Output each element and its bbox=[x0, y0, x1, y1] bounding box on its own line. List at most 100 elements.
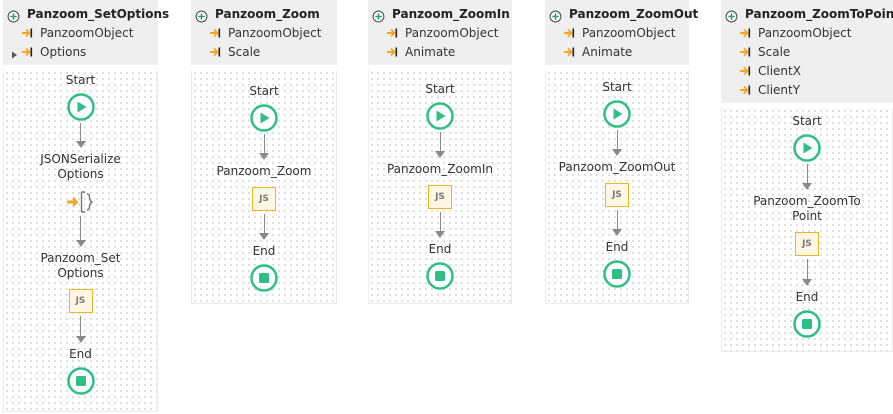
javascript-node[interactable]: JS bbox=[428, 185, 452, 209]
flow-connector bbox=[259, 134, 269, 160]
expand-triangle-icon[interactable] bbox=[11, 48, 18, 58]
flow-connector-line bbox=[806, 164, 808, 184]
step-label: Panzoom_Zoom bbox=[216, 164, 312, 178]
flow-connector-arrowhead bbox=[802, 183, 812, 190]
javascript-node[interactable]: JS bbox=[795, 232, 819, 256]
start-label: Start bbox=[792, 114, 822, 128]
js-icon: JS bbox=[435, 192, 445, 202]
input-parameter[interactable]: PanzoomObject bbox=[372, 23, 508, 42]
flow-canvas: Start JSONSerialize Options Panzoom_Set Op… bbox=[3, 70, 158, 412]
flow-canvas: Start Panzoom_ZoomIn JS End bbox=[368, 70, 512, 304]
input-parameter-label: PanzoomObject bbox=[405, 25, 499, 40]
input-parameter-label: PanzoomObject bbox=[582, 25, 676, 40]
flow-connector-line bbox=[806, 259, 808, 280]
client-action-icon bbox=[195, 8, 208, 22]
flow-connector-line bbox=[80, 316, 81, 337]
end-label: End bbox=[252, 244, 276, 258]
input-parameter[interactable]: Animate bbox=[549, 42, 685, 61]
client-action-icon bbox=[7, 8, 20, 22]
panel-title[interactable]: Panzoom_ZoomIn bbox=[392, 7, 510, 21]
end-node[interactable] bbox=[66, 367, 95, 395]
input-parameter-label: ClientY bbox=[758, 82, 801, 97]
flow-connector bbox=[435, 212, 445, 238]
client-action-icon bbox=[549, 8, 562, 22]
step-label: JSONSerialize Options bbox=[40, 152, 121, 181]
flow-connector-line bbox=[439, 132, 441, 152]
flow-connector bbox=[75, 123, 86, 148]
javascript-node[interactable]: JS bbox=[252, 187, 276, 211]
flow-connector-arrowhead bbox=[259, 233, 269, 240]
flow-connector bbox=[802, 164, 812, 190]
flow-connector bbox=[259, 214, 269, 240]
action-panel: Panzoom_ZoomToPoint PanzoomObject Scale Cli… bbox=[721, 0, 893, 352]
input-parameter[interactable]: Options bbox=[7, 42, 154, 61]
start-label: Start bbox=[65, 73, 96, 87]
input-parameter-arrow-icon bbox=[21, 46, 33, 58]
json-serialize-node[interactable] bbox=[66, 190, 96, 214]
end-node[interactable] bbox=[793, 310, 821, 338]
input-parameter[interactable]: PanzoomObject bbox=[725, 23, 889, 42]
panel-header: Panzoom_Zoom PanzoomObject Scale bbox=[191, 0, 337, 65]
input-parameter[interactable]: PanzoomObject bbox=[195, 23, 333, 42]
start-node[interactable] bbox=[793, 134, 821, 162]
panel-title-row[interactable]: Panzoom_SetOptions bbox=[7, 5, 169, 23]
start-label: Start bbox=[249, 84, 279, 98]
panel-header: Panzoom_SetOptions PanzoomObject Options bbox=[3, 0, 169, 65]
start-node[interactable] bbox=[66, 93, 95, 121]
end-label: End bbox=[428, 242, 452, 256]
input-parameter[interactable]: Scale bbox=[725, 42, 889, 61]
start-node[interactable] bbox=[426, 102, 454, 130]
input-parameter-arrow-icon bbox=[21, 27, 33, 39]
client-action-icon bbox=[372, 8, 385, 22]
end-node[interactable] bbox=[603, 260, 631, 288]
flow-canvas: Start Panzoom_Zoom JS End bbox=[191, 70, 337, 304]
input-parameter-arrow-icon bbox=[563, 46, 575, 58]
flow-connector-arrowhead bbox=[802, 279, 812, 286]
input-parameter-label: Scale bbox=[758, 44, 791, 59]
flow-connector bbox=[75, 316, 86, 343]
flow-connector bbox=[435, 132, 445, 158]
input-parameter[interactable]: PanzoomObject bbox=[7, 23, 154, 42]
js-icon: JS bbox=[259, 194, 269, 204]
flow-connector-line bbox=[263, 214, 265, 234]
panel-header: Panzoom_ZoomIn PanzoomObject Animate bbox=[368, 0, 512, 65]
panel-title[interactable]: Panzoom_SetOptions bbox=[27, 7, 169, 21]
input-parameter-arrow-icon bbox=[739, 84, 751, 96]
end-label: End bbox=[795, 290, 819, 304]
panel-header: Panzoom_ZoomToPoint PanzoomObject Scale Cli… bbox=[721, 0, 893, 103]
flow-canvas: Start Panzoom_ZoomOut JS End bbox=[545, 70, 689, 304]
input-parameter-arrow-icon bbox=[739, 27, 751, 39]
panel-title-row[interactable]: Panzoom_ZoomToPoint bbox=[725, 5, 893, 23]
input-parameter-label: Scale bbox=[228, 44, 261, 59]
end-label: End bbox=[69, 347, 92, 361]
action-panel: Panzoom_Zoom PanzoomObject Scale Start Panzo… bbox=[191, 0, 337, 304]
panel-title-row[interactable]: Panzoom_ZoomIn bbox=[372, 5, 510, 23]
javascript-node[interactable]: JS bbox=[605, 183, 629, 207]
input-parameter[interactable]: ClientX bbox=[725, 61, 889, 80]
end-node[interactable] bbox=[426, 262, 454, 290]
javascript-node[interactable]: JS bbox=[68, 289, 93, 313]
flow-connector-line bbox=[616, 210, 618, 230]
end-node[interactable] bbox=[250, 264, 278, 292]
flow-connector bbox=[612, 210, 622, 236]
js-icon: JS bbox=[75, 296, 86, 306]
input-parameter-arrow-icon bbox=[739, 46, 751, 58]
action-panel: Panzoom_ZoomOut PanzoomObject Animate Start… bbox=[545, 0, 698, 304]
input-parameter-arrow-icon bbox=[386, 46, 398, 58]
input-parameter-label: Animate bbox=[405, 44, 456, 59]
panel-title[interactable]: Panzoom_ZoomOut bbox=[569, 7, 698, 21]
input-parameter-label: PanzoomObject bbox=[228, 25, 322, 40]
input-parameter[interactable]: Scale bbox=[195, 42, 333, 61]
flow-connector-arrowhead bbox=[75, 240, 86, 247]
panel-title[interactable]: Panzoom_ZoomToPoint bbox=[745, 7, 893, 21]
input-parameter-label: PanzoomObject bbox=[758, 25, 852, 40]
input-parameter[interactable]: ClientY bbox=[725, 80, 889, 99]
input-parameter[interactable]: Animate bbox=[372, 42, 508, 61]
js-icon: JS bbox=[612, 190, 622, 200]
start-node[interactable] bbox=[250, 104, 278, 132]
panel-title-row[interactable]: Panzoom_Zoom bbox=[195, 5, 333, 23]
input-parameter[interactable]: PanzoomObject bbox=[549, 23, 685, 42]
panel-title-row[interactable]: Panzoom_ZoomOut bbox=[549, 5, 698, 23]
start-node[interactable] bbox=[603, 100, 631, 128]
panel-title[interactable]: Panzoom_Zoom bbox=[215, 7, 320, 21]
